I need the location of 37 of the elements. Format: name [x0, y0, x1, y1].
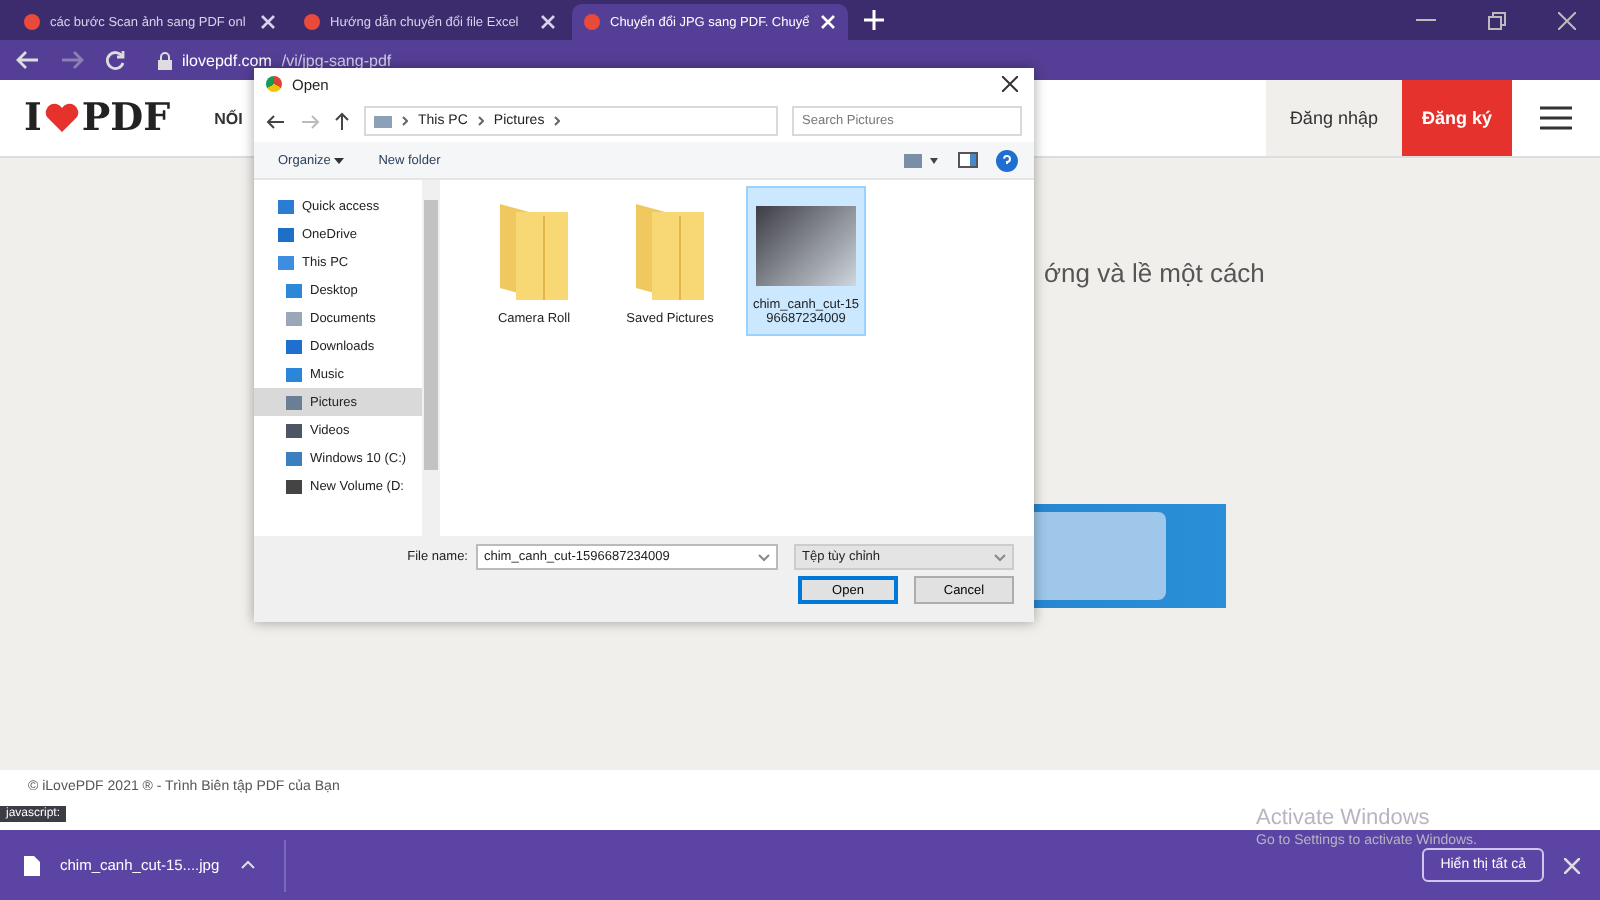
up-icon[interactable] — [334, 112, 350, 130]
chevron-down-icon — [994, 553, 1006, 561]
site-icon — [24, 14, 40, 30]
minimize-icon[interactable] — [1416, 18, 1436, 22]
folder-icon — [636, 204, 704, 300]
view-icon[interactable] — [904, 153, 940, 167]
chevron-down-icon[interactable] — [758, 553, 770, 561]
photo-placeholder — [756, 206, 856, 286]
new-tab-icon[interactable] — [864, 10, 884, 30]
heart-icon — [43, 102, 80, 134]
signup-button[interactable]: Đăng ký — [1401, 80, 1512, 156]
scrollbar[interactable] — [422, 180, 440, 536]
logo[interactable]: I PDF — [24, 96, 171, 140]
site-icon — [304, 14, 320, 30]
chevron-right-icon — [477, 116, 484, 126]
address-field[interactable]: ilovepdf.com /vi/jpg-sang-pdf — [146, 51, 404, 69]
reload-icon[interactable] — [104, 49, 126, 71]
restore-icon[interactable] — [1488, 11, 1506, 29]
menu-icon[interactable] — [1540, 106, 1572, 130]
activation-notice-title: Activate Windows — [1256, 806, 1432, 830]
help-icon[interactable] — [996, 149, 1018, 171]
chevron-up-icon[interactable] — [239, 860, 256, 870]
login-button[interactable]: Đăng nhập — [1265, 80, 1402, 156]
site-icon — [584, 14, 600, 30]
close-icon[interactable] — [1002, 76, 1018, 92]
folder-icon — [500, 204, 568, 300]
pictures-icon — [374, 115, 392, 127]
lock-icon — [158, 51, 172, 69]
app-icon — [266, 76, 282, 92]
chevron-right-icon — [554, 116, 561, 126]
headline: ớng và lề một cách — [1044, 258, 1267, 288]
back-icon[interactable] — [266, 113, 286, 129]
close-icon[interactable] — [1558, 11, 1576, 29]
nav-link[interactable]: NỐI — [214, 109, 243, 127]
chevron-right-icon — [402, 116, 408, 126]
preview-pane-icon[interactable] — [958, 152, 978, 168]
file-icon — [24, 855, 40, 875]
